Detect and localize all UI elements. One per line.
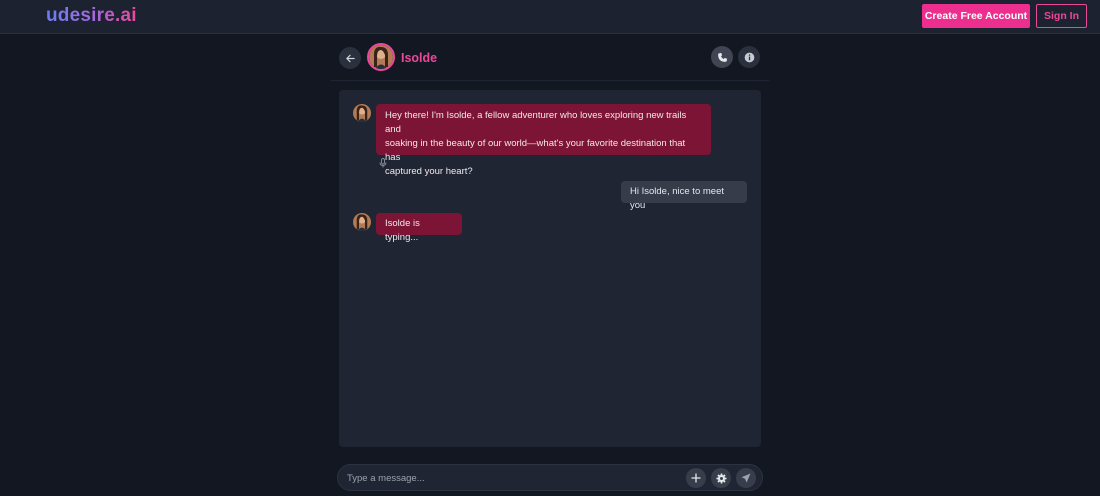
- bot-message: Hey there! I'm Isolde, a fellow adventur…: [376, 104, 711, 177]
- send-button[interactable]: [736, 468, 756, 488]
- character-avatar[interactable]: [367, 43, 395, 71]
- sign-in-button[interactable]: Sign In: [1036, 4, 1087, 28]
- character-name: Isolde: [401, 51, 438, 65]
- brand-logo[interactable]: udesire.ai: [46, 5, 137, 27]
- plus-icon: [691, 473, 701, 483]
- back-button[interactable]: [339, 47, 361, 69]
- arrow-left-icon: [345, 54, 355, 62]
- user-message: Hi Isolde, nice to meet you: [621, 181, 747, 211]
- bot-avatar: [353, 213, 371, 231]
- info-icon: [744, 52, 754, 62]
- typing-indicator: Isolde is typing...: [376, 213, 462, 243]
- info-button[interactable]: [738, 46, 760, 68]
- microphone-icon[interactable]: [379, 158, 387, 168]
- phone-icon: [717, 52, 727, 62]
- chat-header: Isolde: [331, 35, 769, 81]
- message-line: Hey there! I'm Isolde, a fellow adventur…: [385, 110, 687, 135]
- send-icon: [741, 473, 751, 483]
- bot-avatar: [353, 104, 371, 122]
- message-composer: [337, 464, 763, 491]
- top-navbar: udesire.ai Create Free Account Sign In: [0, 0, 1100, 34]
- message-line: captured your heart?: [385, 166, 473, 177]
- message-input[interactable]: [347, 470, 677, 487]
- gear-icon: [715, 472, 727, 484]
- add-button[interactable]: [686, 468, 706, 488]
- create-account-button[interactable]: Create Free Account: [922, 4, 1030, 28]
- message-list[interactable]: Hey there! I'm Isolde, a fellow adventur…: [339, 90, 761, 447]
- call-button[interactable]: [711, 46, 733, 68]
- message-line: soaking in the beauty of our world—what'…: [385, 138, 686, 163]
- settings-button[interactable]: [711, 468, 731, 488]
